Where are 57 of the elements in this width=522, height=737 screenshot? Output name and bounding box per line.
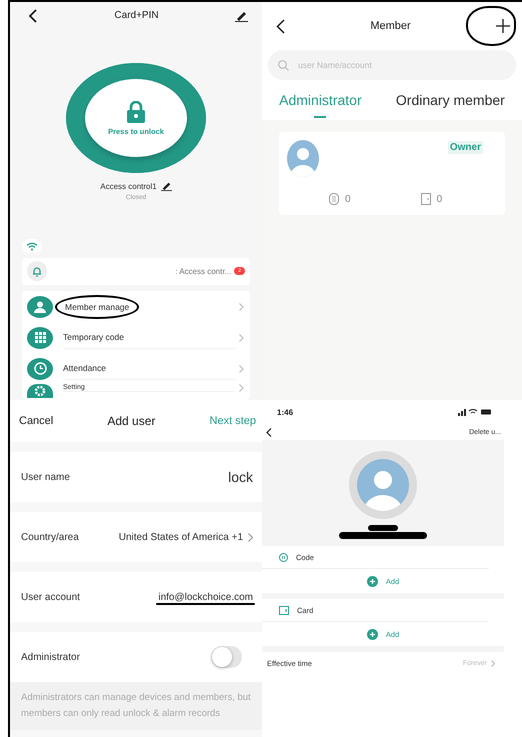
- back-icon[interactable]: [276, 18, 285, 34]
- screen-title: Card+PIN: [114, 10, 159, 22]
- person-icon: [27, 296, 53, 318]
- code-count: 0: [345, 194, 351, 204]
- help-text: Administrators can manage devices and members, but members can only read unlock & alarm records: [10, 682, 262, 730]
- form-row[interactable]: User account info@lockchoice.com: [10, 572, 262, 622]
- menu-label: Attendance: [63, 357, 235, 380]
- edit-icon[interactable]: [160, 181, 172, 192]
- menu-item[interactable]: Temporary code: [22, 322, 250, 353]
- plus-circle-icon: [366, 576, 378, 586]
- search-field[interactable]: user Name/account: [268, 50, 516, 80]
- screen-title: Member: [370, 20, 411, 32]
- role-tag: Owner: [448, 141, 483, 154]
- form-row[interactable]: User name lock: [10, 452, 262, 502]
- field-value[interactable]: lock: [228, 469, 253, 485]
- form-row[interactable]: Administrator: [10, 632, 262, 682]
- bell-icon: [27, 261, 47, 282]
- field-label: User name: [21, 472, 70, 482]
- screen-title: Add user: [107, 414, 156, 428]
- clock-icon: [27, 358, 53, 380]
- back-icon[interactable]: [28, 8, 38, 23]
- menu-item[interactable]: Attendance: [22, 353, 250, 384]
- menu-label: Temporary code: [63, 326, 235, 349]
- chevron-right-icon: [248, 532, 253, 542]
- chevron-right-icon: [239, 334, 244, 342]
- edit-icon[interactable]: [235, 10, 248, 22]
- search-icon: [278, 60, 289, 71]
- field-label: User account: [21, 592, 80, 602]
- tab[interactable]: Ordinary member: [392, 88, 509, 118]
- device-name: Access control1: [100, 182, 157, 191]
- member-card[interactable]: Owner 0 0: [279, 132, 505, 215]
- avatar-icon: [287, 140, 319, 177]
- add-icon[interactable]: [496, 19, 510, 33]
- notification-text: : Access contr...: [174, 266, 232, 276]
- field-value[interactable]: info@lockchoice.com: [158, 592, 253, 602]
- status-time: 1:46: [277, 408, 294, 416]
- cancel-button[interactable]: Cancel: [19, 415, 54, 427]
- chevron-right-icon: [239, 384, 244, 392]
- card-icon: [420, 193, 431, 205]
- status-icons-drawing: [458, 408, 492, 416]
- chevron-right-icon: [239, 302, 244, 310]
- avatar-icon: [349, 451, 417, 519]
- toggle-switch[interactable]: [211, 646, 242, 668]
- field-value[interactable]: United States of America +1: [118, 532, 243, 542]
- plus-circle-icon: [366, 628, 378, 640]
- card-count: 0: [436, 194, 442, 204]
- chevron-right-icon: [239, 364, 244, 372]
- menu-label: Member manage: [55, 294, 140, 318]
- back-icon[interactable]: [266, 428, 272, 436]
- lock-icon: [126, 100, 146, 123]
- card-icon: [279, 606, 289, 614]
- field-label: Country/area: [21, 532, 79, 542]
- field-label: Administrator: [21, 652, 80, 662]
- menu-item[interactable]: Member manage: [22, 291, 250, 322]
- chevron-right-icon: [491, 660, 495, 666]
- wifi-icon: [22, 239, 42, 253]
- form-row[interactable]: Country/area United States of America +1: [10, 512, 262, 562]
